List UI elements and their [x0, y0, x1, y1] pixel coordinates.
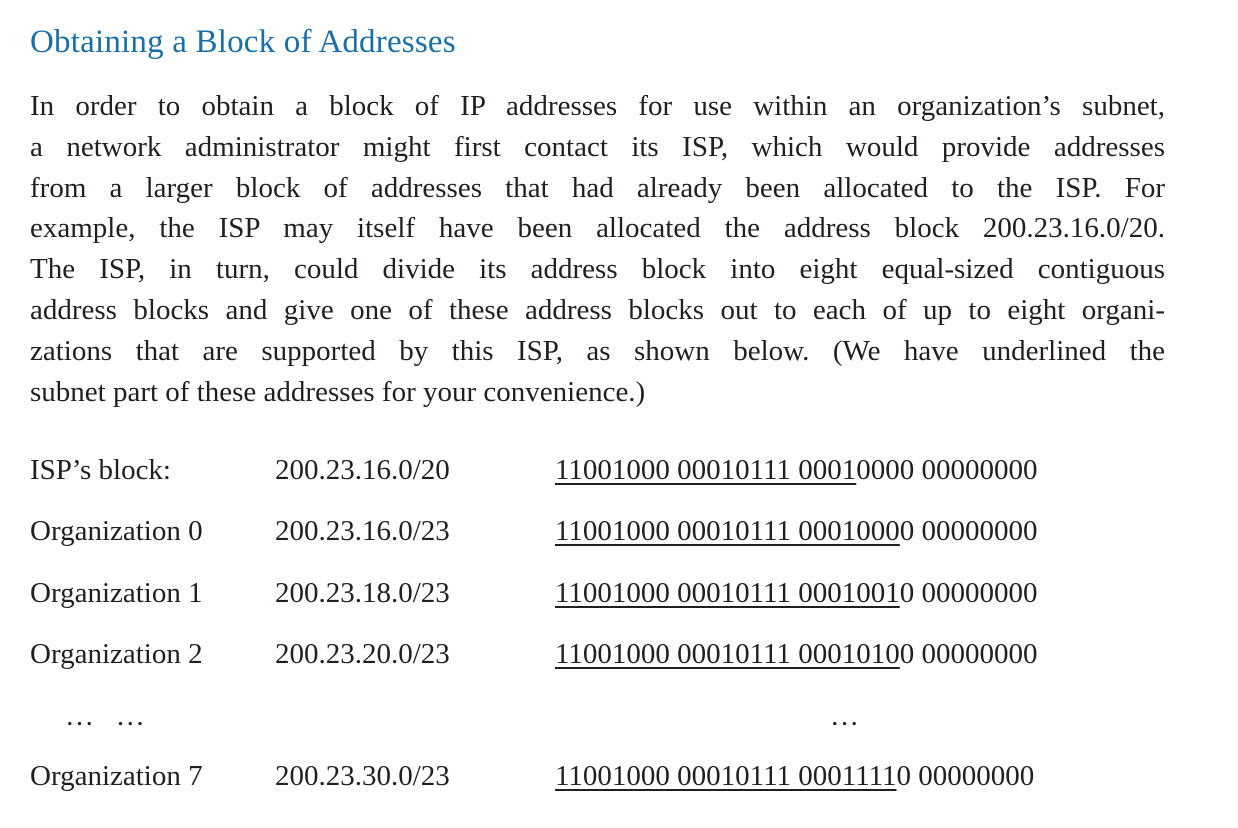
- row-binary: 11001000 00010111 00010010 00000000: [555, 577, 1038, 610]
- host-bits: 0 00000000: [899, 577, 1038, 609]
- address-row-org-0: Organization 0 200.23.16.0/23 11001000 0…: [30, 515, 1210, 551]
- paragraph-line: subnet part of these addresses for your …: [30, 375, 646, 408]
- row-label: Organization 1: [30, 577, 203, 609]
- subnet-bits: 11001000 00010111 0001: [555, 454, 857, 486]
- row-binary: 11001000 00010111 00010100 00000000: [555, 638, 1038, 671]
- paragraph-line: address blocks and give one of these add…: [30, 293, 1165, 326]
- row-label: Organization 0: [30, 515, 203, 547]
- row-label: Organization 7: [30, 760, 203, 792]
- subnet-bits: 11001000 00010111 0001111: [555, 760, 897, 792]
- subnet-bits: 11001000 00010111 0001010: [555, 638, 900, 670]
- address-row-isp: ISP’s block: 200.23.16.0/20 11001000 000…: [30, 454, 1210, 490]
- ellipsis-right: …: [830, 700, 859, 732]
- row-prefix: 200.23.16.0/20: [275, 454, 450, 486]
- subnet-bits: 11001000 00010111 0001000: [555, 515, 900, 547]
- paragraph-line: The ISP, in turn, could divide its addre…: [30, 253, 1165, 286]
- row-binary: 11001000 00010111 00010000 00000000: [555, 454, 1038, 487]
- row-prefix: 200.23.20.0/23: [275, 638, 450, 670]
- paragraph-line: example, the ISP may itself have been al…: [30, 212, 1165, 245]
- row-binary: 11001000 00010111 00010000 00000000: [555, 515, 1038, 548]
- ellipsis-left: … …: [65, 700, 145, 732]
- address-row-org-1: Organization 1 200.23.18.0/23 11001000 0…: [30, 577, 1210, 613]
- paragraph-line: In order to obtain a block of IP address…: [30, 90, 1165, 122]
- paragraph-line: from a larger block of addresses that ha…: [30, 171, 1165, 204]
- row-label: ISP’s block:: [30, 454, 171, 486]
- paragraph-line: a network administrator might first cont…: [30, 130, 1165, 163]
- row-prefix: 200.23.30.0/23: [275, 760, 450, 792]
- address-row-org-7: Organization 7 200.23.30.0/23 11001000 0…: [30, 760, 1210, 796]
- subnet-bits: 11001000 00010111 0001001: [555, 577, 900, 609]
- row-binary: 11001000 00010111 00011110 00000000: [555, 760, 1034, 793]
- host-bits: 0 00000000: [896, 760, 1035, 792]
- host-bits: 0 00000000: [899, 515, 1038, 547]
- ellipsis-row: … … …: [30, 700, 1210, 736]
- paragraph-line: zations that are supported by this ISP, …: [30, 334, 1165, 367]
- row-label: Organization 2: [30, 638, 203, 670]
- row-prefix: 200.23.18.0/23: [275, 577, 450, 609]
- section-heading: Obtaining a Block of Addresses: [30, 24, 456, 60]
- address-row-org-2: Organization 2 200.23.20.0/23 11001000 0…: [30, 638, 1210, 674]
- host-bits: 0 00000000: [899, 638, 1038, 670]
- host-bits: 0000 00000000: [856, 454, 1038, 486]
- row-prefix: 200.23.16.0/23: [275, 515, 450, 547]
- body-paragraph: In order to obtain a block of IP address…: [30, 86, 1165, 412]
